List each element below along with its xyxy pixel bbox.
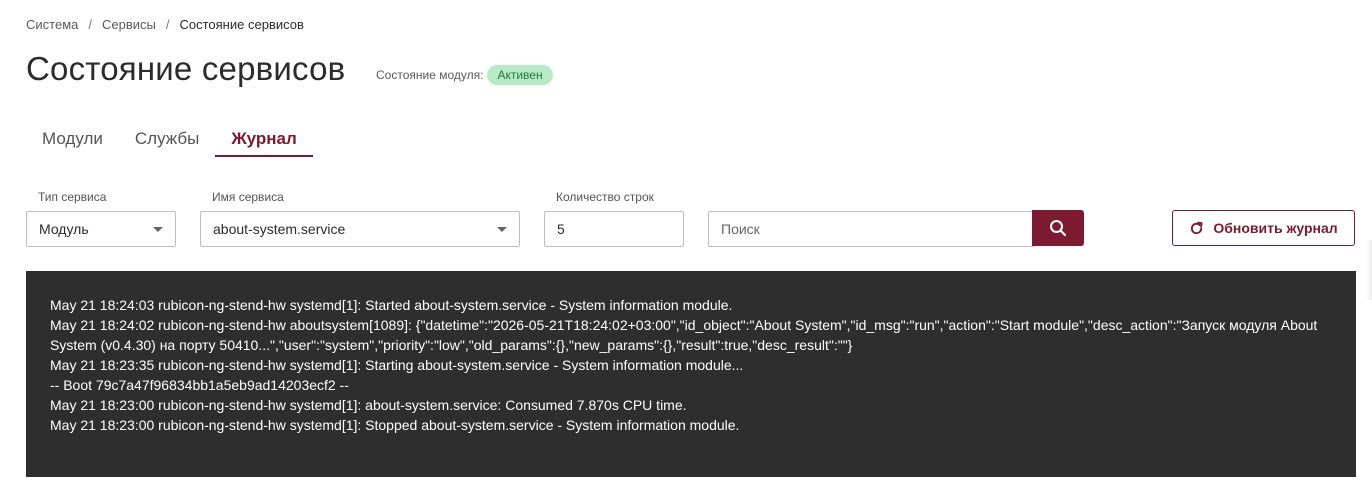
refresh-log-button[interactable]: Обновить журнал — [1172, 210, 1355, 246]
chevron-down-icon — [153, 226, 163, 232]
status-badge: Активен — [487, 65, 553, 85]
service-type-value: Модуль — [39, 221, 89, 237]
tab-services[interactable]: Службы — [119, 119, 215, 157]
tab-journal[interactable]: Журнал — [215, 119, 313, 157]
service-name-select[interactable]: about-system.service — [200, 211, 520, 247]
breadcrumb-separator: / — [88, 17, 92, 32]
module-state-label: Состояние модуля: — [376, 68, 484, 82]
breadcrumb-item-services[interactable]: Сервисы — [102, 17, 156, 32]
tab-modules[interactable]: Модули — [26, 119, 119, 157]
log-line: May 21 18:24:03 rubicon-ng-stend-hw syst… — [50, 297, 733, 313]
log-line: -- Boot 79c7a47f96834bb1a5eb9ad14203ecf2… — [50, 377, 349, 393]
log-line: May 21 18:23:00 rubicon-ng-stend-hw syst… — [50, 397, 687, 413]
log-line: May 21 18:24:02 rubicon-ng-stend-hw abou… — [50, 317, 1318, 353]
service-type-label: Тип сервиса — [38, 190, 107, 204]
tab-bar: Модули Службы Журнал — [26, 119, 313, 157]
module-state: Состояние модуля: Активен — [376, 65, 553, 85]
lines-count-label: Количество строк — [556, 190, 654, 204]
breadcrumb-separator: / — [165, 17, 170, 32]
refresh-log-label: Обновить журнал — [1213, 220, 1338, 236]
log-line: May 21 18:23:35 rubicon-ng-stend-hw syst… — [50, 357, 744, 373]
search-button[interactable] — [1032, 210, 1084, 246]
scroll-edge-shadow — [1366, 240, 1372, 300]
lines-count-input[interactable] — [544, 211, 684, 247]
search-icon — [1050, 220, 1067, 237]
log-line: May 21 18:23:00 rubicon-ng-stend-hw syst… — [50, 417, 740, 433]
breadcrumb: Система / Сервисы / Состояние сервисов — [26, 17, 304, 32]
chevron-down-icon — [497, 226, 507, 232]
log-output: May 21 18:24:03 rubicon-ng-stend-hw syst… — [26, 271, 1356, 477]
refresh-icon — [1191, 221, 1203, 234]
service-name-label: Имя сервиса — [212, 190, 284, 204]
search-input[interactable] — [708, 211, 1034, 247]
breadcrumb-item-system[interactable]: Система — [26, 17, 78, 32]
service-type-select[interactable]: Модуль — [26, 211, 176, 247]
service-name-value: about-system.service — [213, 221, 346, 237]
page-title: Состояние сервисов — [26, 50, 346, 87]
breadcrumb-item-current: Состояние сервисов — [179, 17, 304, 32]
